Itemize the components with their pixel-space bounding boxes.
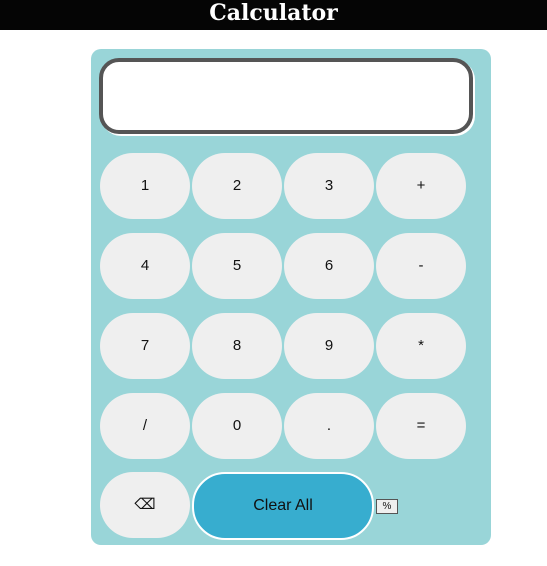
- key-7-button[interactable]: 7: [100, 313, 190, 379]
- multiply-button[interactable]: *: [376, 313, 466, 379]
- key-4-button[interactable]: 4: [100, 233, 190, 299]
- divide-button[interactable]: /: [100, 393, 190, 459]
- subtract-button[interactable]: -: [376, 233, 466, 299]
- percent-button[interactable]: %: [376, 499, 398, 514]
- key-9-button[interactable]: 9: [284, 313, 374, 379]
- equals-button[interactable]: =: [376, 393, 466, 459]
- clear-all-button[interactable]: Clear All: [192, 472, 374, 540]
- key-8-button[interactable]: 8: [192, 313, 282, 379]
- backspace-icon[interactable]: ⌫: [100, 472, 190, 538]
- page-title: Calculator: [0, 0, 547, 30]
- calculator-panel: 1 2 3 + 4 5 6 - 7 8 9 * / 0 . = ⌫ Clear …: [91, 49, 491, 545]
- key-6-button[interactable]: 6: [284, 233, 374, 299]
- decimal-button[interactable]: .: [284, 393, 374, 459]
- key-1-button[interactable]: 1: [100, 153, 190, 219]
- display-field[interactable]: [99, 58, 473, 134]
- add-button[interactable]: +: [376, 153, 466, 219]
- key-3-button[interactable]: 3: [284, 153, 374, 219]
- key-0-button[interactable]: 0: [192, 393, 282, 459]
- key-5-button[interactable]: 5: [192, 233, 282, 299]
- key-2-button[interactable]: 2: [192, 153, 282, 219]
